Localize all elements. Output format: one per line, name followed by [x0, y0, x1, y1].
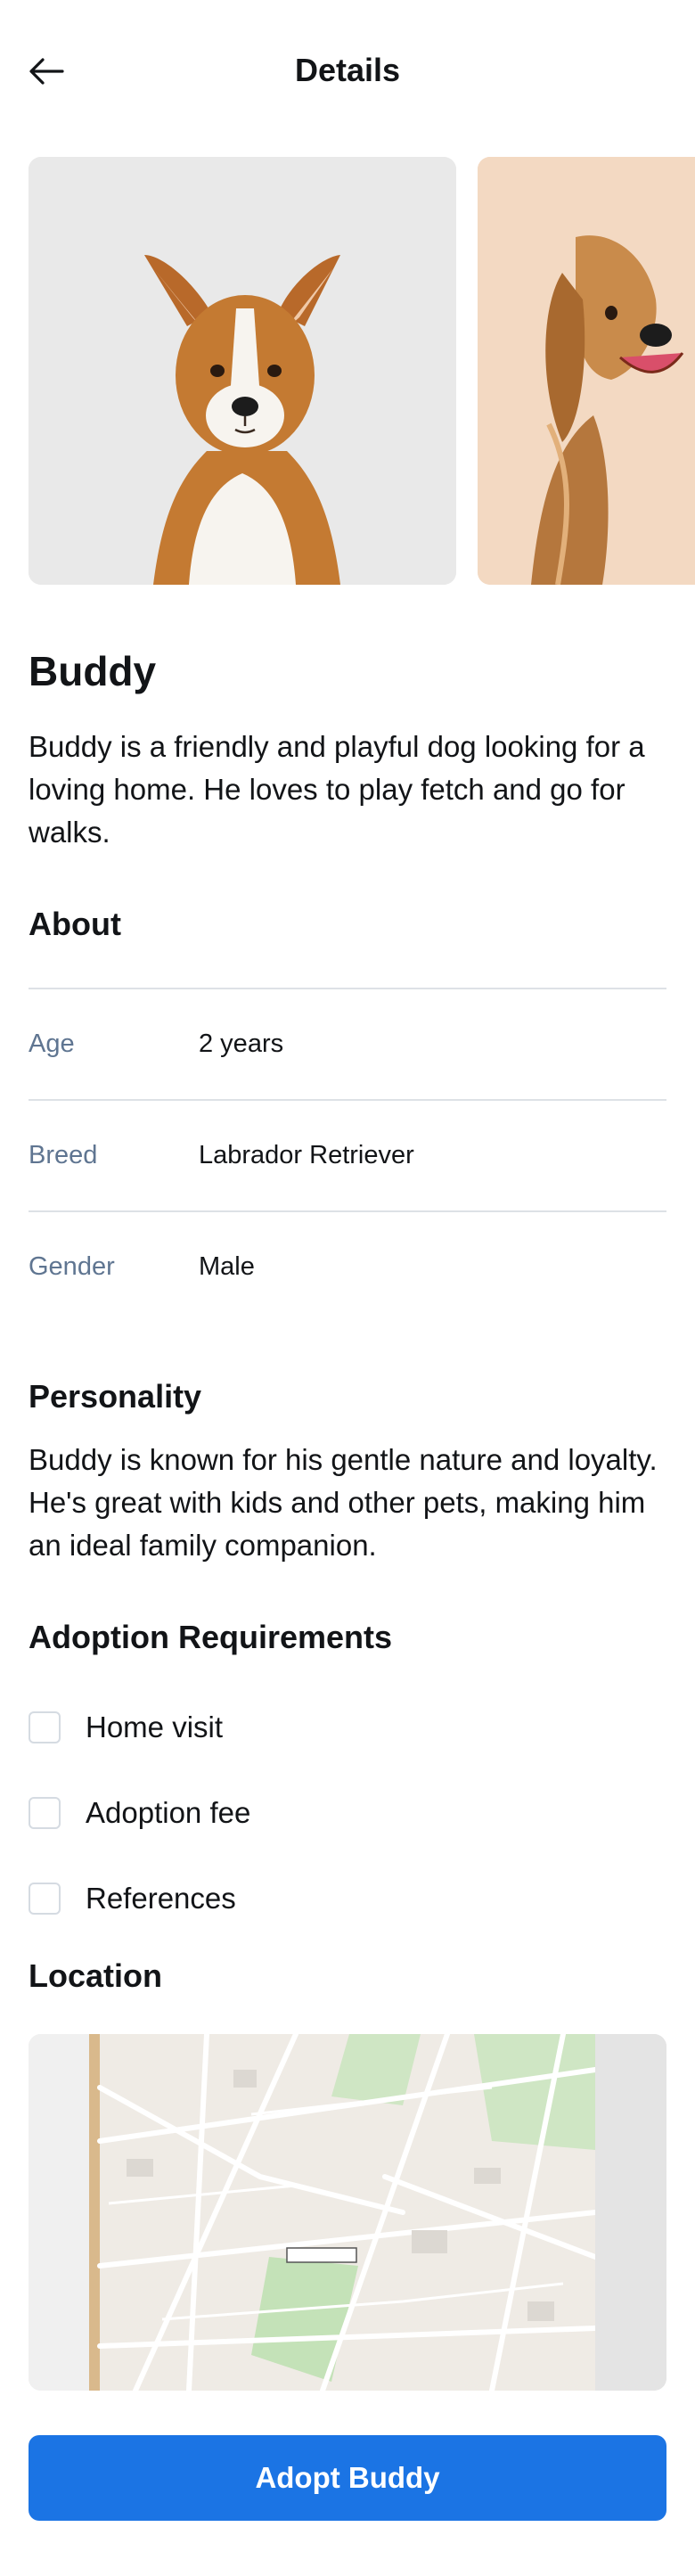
about-row-breed: Breed Labrador Retriever [29, 1099, 666, 1210]
dog-photo-image [29, 157, 456, 585]
about-label: Age [29, 1030, 75, 1058]
personality-text: Buddy is known for his gentle nature and… [29, 1443, 658, 1562]
requirements-list: Home visit Adoption fee References [29, 1685, 666, 1941]
top-app-bar: Details [0, 0, 695, 143]
pet-name: Buddy [29, 648, 157, 694]
requirement-label: Home visit [86, 1710, 224, 1743]
adopt-button[interactable]: Adopt Buddy [29, 2435, 666, 2521]
checkbox[interactable] [29, 1797, 61, 1829]
pet-description: Buddy is a friendly and playful dog look… [29, 730, 645, 849]
requirement-home-visit[interactable]: Home visit [29, 1685, 666, 1770]
framed-map-image [29, 2034, 666, 2391]
about-label: Gender [29, 1252, 115, 1281]
about-value: Male [199, 1252, 255, 1281]
about-label: Breed [29, 1141, 98, 1169]
golden-retriever-image [478, 157, 695, 585]
checkbox[interactable] [29, 1883, 61, 1915]
personality-heading: Personality [29, 1378, 202, 1415]
requirement-adoption-fee[interactable]: Adoption fee [29, 1770, 666, 1856]
about-value: 2 years [199, 1030, 284, 1058]
checkbox[interactable] [29, 1711, 61, 1743]
pet-photo-1[interactable] [29, 157, 456, 585]
about-row-age: Age 2 years [29, 988, 666, 1099]
about-heading: About [29, 906, 121, 942]
requirements-heading: Adoption Requirements [29, 1619, 393, 1655]
requirement-label: Adoption fee [86, 1796, 251, 1829]
about-table: Age 2 years Breed Labrador Retriever Gen… [29, 988, 666, 1322]
location-heading: Location [29, 1957, 162, 1994]
location-map[interactable] [29, 2034, 666, 2391]
photo-carousel[interactable] [29, 157, 695, 585]
page-title: Details [294, 52, 401, 88]
about-value: Labrador Retriever [199, 1141, 414, 1169]
pet-photo-2[interactable] [478, 157, 695, 585]
about-row-gender: Gender Male [29, 1210, 666, 1322]
requirement-label: References [86, 1882, 236, 1915]
requirement-references[interactable]: References [29, 1856, 666, 1941]
